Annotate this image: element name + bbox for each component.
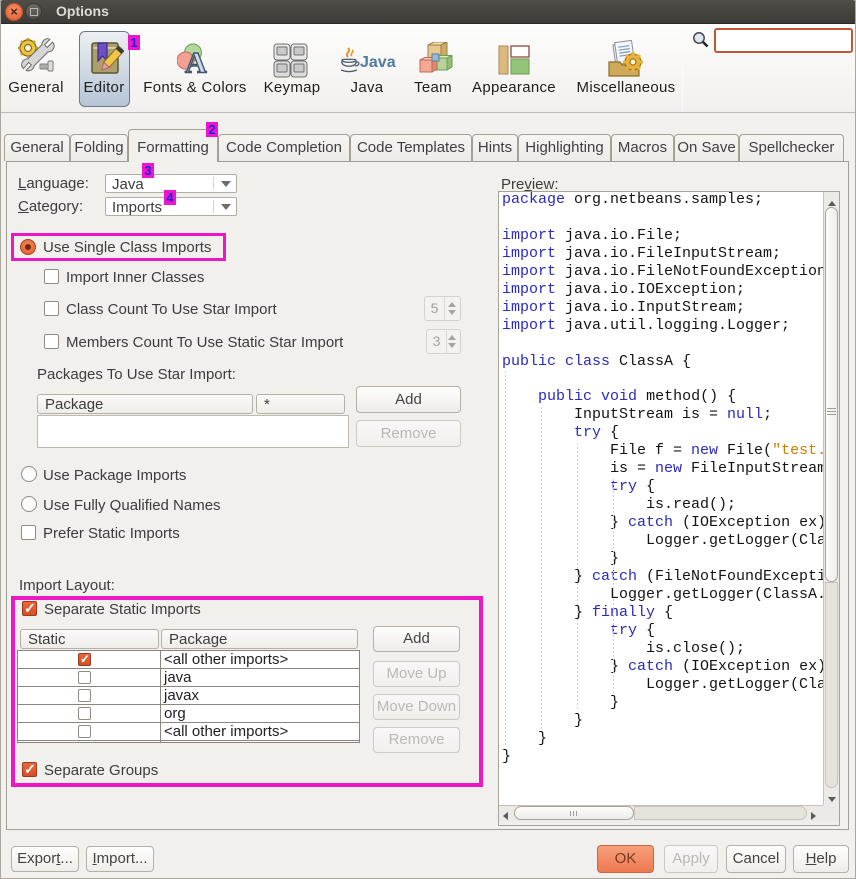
- svg-text:Java: Java: [360, 54, 396, 71]
- svg-text:A: A: [185, 47, 207, 76]
